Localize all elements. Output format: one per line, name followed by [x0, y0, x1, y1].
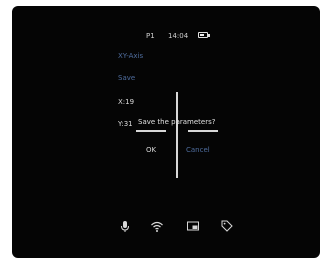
profile-indicator: P1	[146, 32, 155, 40]
picture-in-picture-icon[interactable]	[186, 218, 200, 232]
battery-tip	[208, 34, 210, 37]
crosshair-vertical-line	[176, 92, 178, 178]
battery-level-fill	[200, 34, 204, 36]
x-coordinate: X:19	[118, 98, 135, 106]
bottom-toolbar	[12, 218, 320, 234]
save-dialog-message: Save the parameters?	[138, 118, 216, 126]
crosshair-right-line	[188, 130, 218, 132]
crosshair-left-line	[136, 130, 166, 132]
battery-icon	[198, 32, 208, 38]
menu-item-xy-axis[interactable]: XY-Axis	[118, 52, 143, 60]
device-screen: P1 14:04 XY-Axis Save X:19 Y:31 Save the…	[12, 6, 320, 258]
clock: 14:04	[168, 32, 189, 40]
tag-icon[interactable]	[220, 218, 234, 232]
status-bar: P1 14:04	[12, 30, 320, 42]
wifi-icon[interactable]	[150, 218, 164, 232]
ok-button[interactable]: OK	[146, 146, 156, 154]
cancel-button[interactable]: Cancel	[186, 146, 210, 154]
microphone-icon[interactable]	[118, 218, 132, 232]
y-coordinate: Y:31	[118, 120, 133, 128]
menu-item-save[interactable]: Save	[118, 74, 135, 82]
